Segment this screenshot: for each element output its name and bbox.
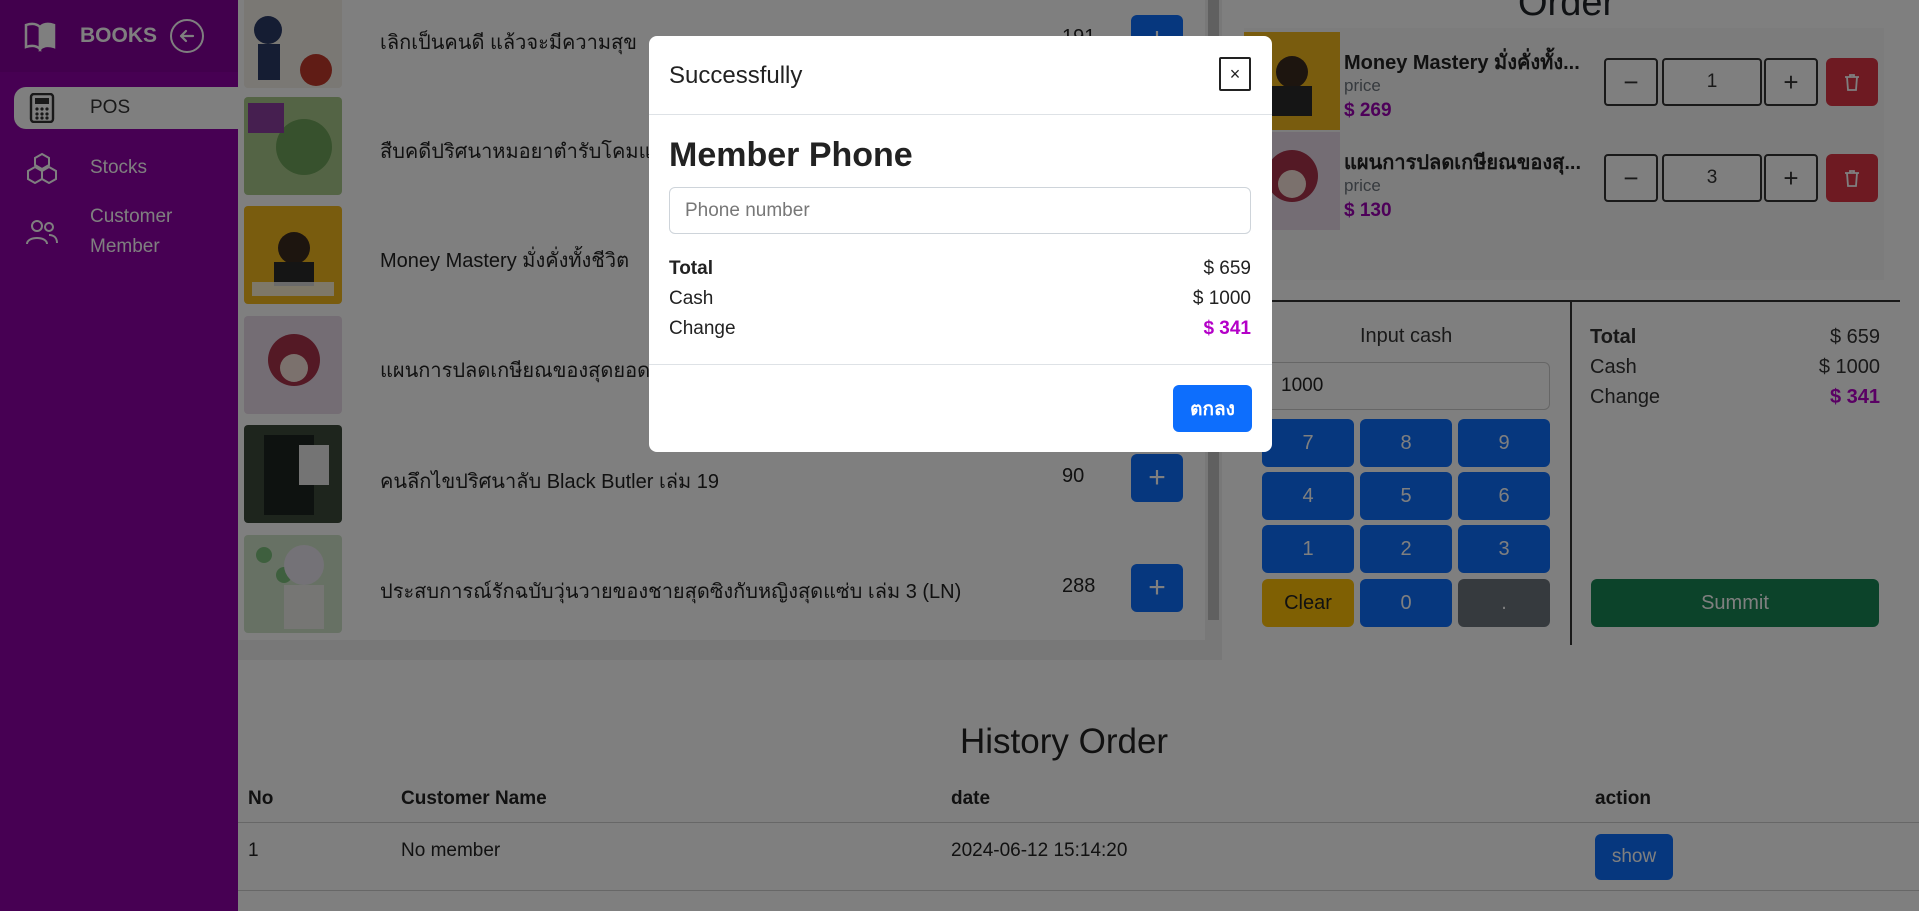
cash-value: $ 1000: [1192, 288, 1251, 309]
modal-title: Successfully: [669, 62, 803, 89]
total-value: $ 659: [1203, 258, 1251, 279]
modal-total-row: Total $ 659: [669, 258, 1251, 280]
phone-input[interactable]: Phone number: [669, 187, 1251, 234]
cash-label: Cash: [669, 288, 714, 309]
member-phone-heading: Member Phone: [669, 136, 913, 174]
change-label: Change: [669, 318, 736, 339]
modal-cash-row: Cash $ 1000: [669, 288, 1251, 310]
close-button[interactable]: ×: [1219, 57, 1251, 91]
divider: [649, 364, 1272, 365]
modal-change-row: Change $ 341: [669, 318, 1251, 340]
success-modal: Successfully × Member Phone Phone number…: [649, 36, 1272, 452]
divider: [649, 114, 1272, 115]
ok-button[interactable]: ตกลง: [1173, 385, 1252, 432]
change-value: $ 341: [1203, 318, 1251, 339]
total-label: Total: [669, 258, 713, 279]
